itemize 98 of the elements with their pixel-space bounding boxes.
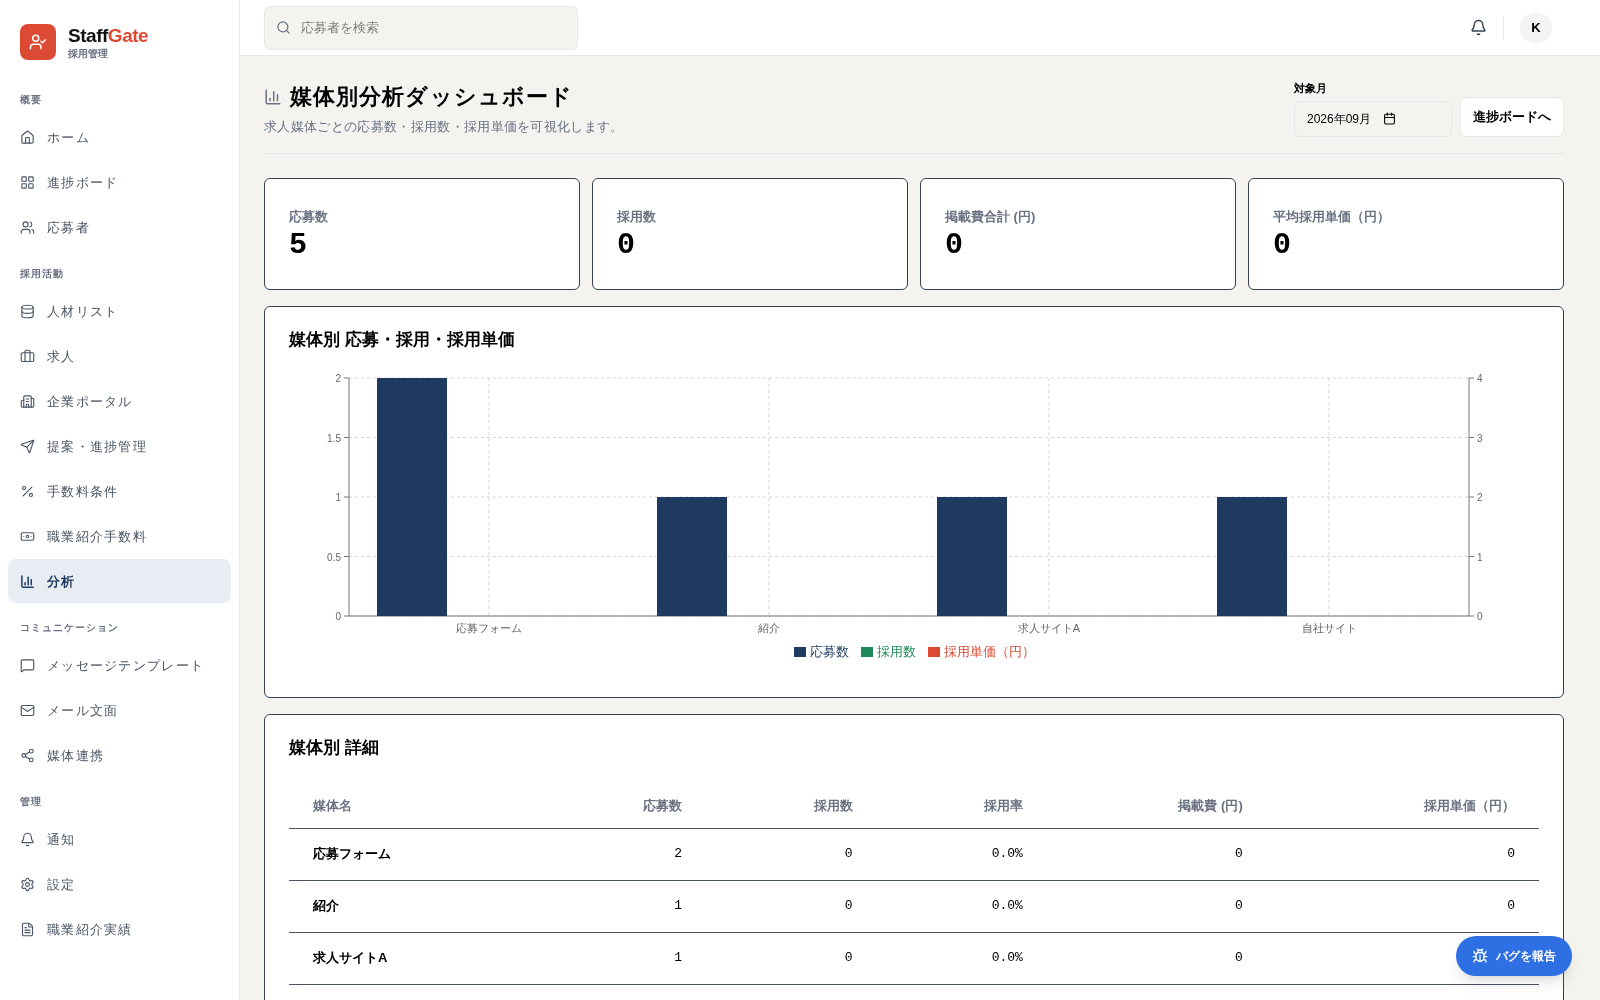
board-button[interactable]: 進捗ボードへ — [1460, 96, 1564, 137]
sidebar-item[interactable]: 企業ポータル — [8, 379, 231, 424]
table-cell: 0 — [706, 932, 877, 984]
mail-icon — [20, 702, 35, 718]
brand-name: StaffGate — [68, 24, 149, 48]
percent-icon — [20, 483, 35, 499]
table-cell: 0 — [1266, 880, 1539, 932]
bug-icon — [1472, 948, 1488, 964]
stat-label: 平均採用単価（円） — [1273, 207, 1391, 226]
column-header: 媒体名 — [289, 784, 536, 828]
stat-label: 応募数 — [289, 207, 329, 226]
x-tick-label: 求人サイトA — [1017, 622, 1081, 634]
briefcase-icon — [20, 348, 35, 364]
sidebar-item[interactable]: 応募者 — [8, 205, 231, 250]
share-icon — [20, 747, 35, 763]
grid-icon — [20, 174, 35, 190]
database-icon — [20, 303, 35, 319]
y-tick-label: 0 — [335, 611, 342, 622]
sidebar-item[interactable]: 人材リスト — [8, 289, 231, 334]
table-cell: 1 — [535, 932, 707, 984]
bar-chart-icon — [20, 573, 35, 589]
sidebar-item[interactable]: 設定 — [8, 862, 231, 907]
message-icon — [20, 657, 35, 673]
y-tick-label: 1.5 — [327, 432, 342, 444]
table-cell: 0 — [706, 880, 877, 932]
sidebar-item[interactable]: 手数料条件 — [8, 469, 231, 514]
table-cell: 0 — [1046, 828, 1267, 880]
sidebar-item[interactable]: 職業紹介実績 — [8, 907, 231, 952]
stat-label: 採用数 — [617, 207, 657, 226]
stat-value: 5 — [289, 230, 308, 260]
bell-icon — [20, 831, 35, 847]
sidebar-item[interactable]: 進捗ボード — [8, 160, 231, 205]
month-field[interactable]: 2026年09月 — [1294, 100, 1452, 137]
section-heading: 採用活動 — [19, 267, 65, 282]
legend-label: 応募数 — [809, 643, 849, 661]
sidebar-item[interactable]: 媒体連携 — [8, 733, 231, 778]
settings-icon — [20, 876, 35, 892]
table-cell: 求人サイトA — [289, 932, 536, 984]
column-header: 採用単価（円） — [1266, 784, 1539, 828]
x-tick-label: 応募フォーム — [456, 622, 522, 634]
sidebar-item[interactable]: 分析 — [8, 559, 231, 604]
table-cell: 0 — [1266, 828, 1539, 880]
sidebar-item[interactable]: メッセージテンプレート — [8, 643, 231, 688]
notification-bell-icon[interactable] — [1470, 19, 1487, 36]
table-cell: 0 — [1046, 880, 1267, 932]
right-axis: 4 3 2 1 0 — [1468, 373, 1483, 622]
column-header: 採用率 — [876, 784, 1047, 828]
table-cell: 0.0% — [876, 932, 1047, 984]
sidebar-item[interactable]: 提案・進捗管理 — [8, 424, 231, 469]
column-header: 採用数 — [706, 784, 877, 828]
month-label: 対象月 — [1294, 81, 1328, 96]
x-tick-label: 自社サイト — [1301, 622, 1357, 634]
brand-subtitle: 採用管理 — [68, 47, 109, 61]
sidebar-item[interactable]: メール文面 — [8, 688, 231, 733]
left-axis: 0 0.5 1 1.5 2 — [327, 373, 350, 622]
user-avatar[interactable]: K — [1520, 11, 1552, 44]
legend-label: 採用数 — [876, 643, 916, 661]
column-header: 掲載費 (円) — [1046, 784, 1267, 828]
calendar-icon — [1383, 112, 1397, 125]
table-cell: 2 — [535, 828, 707, 880]
x-tick-label: 紹介 — [757, 622, 780, 634]
sidebar-item[interactable]: ホーム — [8, 115, 231, 160]
section-heading: 概要 — [19, 93, 43, 108]
bar-chart-icon — [264, 87, 282, 106]
home-icon — [20, 129, 35, 145]
table-cell: 0 — [1046, 932, 1267, 984]
y-tick-label: 0.5 — [327, 551, 342, 563]
paper-plane-icon — [20, 438, 35, 454]
stat-value: 0 — [1273, 230, 1292, 260]
sidebar-item[interactable]: 職業紹介手数料 — [8, 514, 231, 559]
bug-report-button[interactable]: バグを報告 — [1456, 936, 1572, 976]
section-heading: コミュニケーション — [19, 621, 120, 636]
stat-value: 0 — [617, 230, 636, 260]
y-tick-label: 1 — [335, 492, 342, 503]
table-cell: 0 — [706, 828, 877, 880]
table-cell: 紹介 — [289, 880, 536, 932]
card-title: 媒体別 詳細 — [289, 736, 380, 759]
table-cell: 応募フォーム — [289, 828, 536, 880]
sidebar-item[interactable]: 求人 — [8, 334, 231, 379]
search-field[interactable]: 応募者を検索 — [264, 5, 578, 50]
column-header: 応募数 — [535, 784, 707, 828]
card-title: 媒体別 応募・採用・採用単価 — [289, 328, 516, 351]
page-title: 媒体別分析ダッシュボード — [290, 83, 574, 111]
table-cell: 0.0% — [876, 880, 1047, 932]
building-icon — [20, 393, 35, 409]
users-icon — [20, 219, 35, 235]
table-cell: 0.0% — [876, 828, 1047, 880]
logo-icon — [20, 24, 56, 61]
table-cell: 1 — [535, 880, 707, 932]
page-subtitle: 求人媒体ごとの応募数・採用数・採用単価を可視化します。 — [264, 118, 624, 136]
document-icon — [20, 921, 35, 937]
y-tick-label: 2 — [335, 373, 342, 384]
sidebar-item[interactable]: 通知 — [8, 817, 231, 862]
legend-label: 採用単価（円） — [943, 643, 1035, 661]
stat-value: 0 — [945, 230, 964, 260]
section-heading: 管理 — [19, 795, 43, 810]
search-icon — [276, 19, 291, 35]
stat-label: 掲載費合計 (円) — [945, 207, 1037, 226]
